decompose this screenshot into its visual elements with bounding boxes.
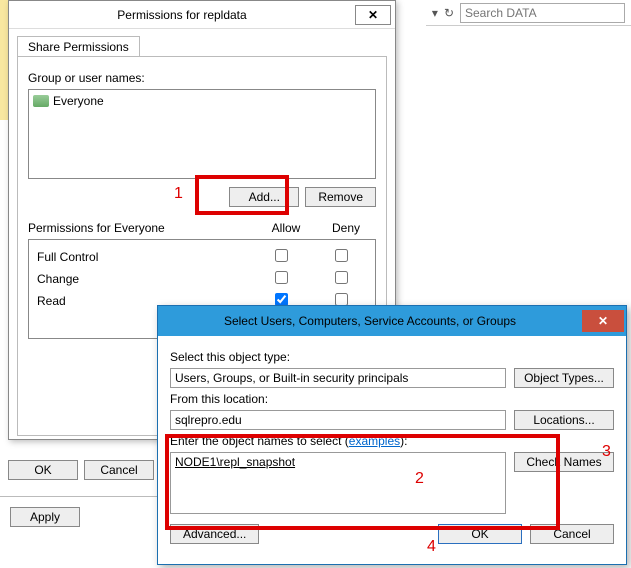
deny-header: Deny (316, 221, 376, 235)
object-type-field: Users, Groups, or Built-in security prin… (170, 368, 506, 388)
allow-fullcontrol-checkbox[interactable] (275, 249, 288, 262)
apply-button[interactable]: Apply (10, 507, 80, 527)
ok-button[interactable]: OK (8, 460, 78, 480)
table-row: Full Control (33, 246, 371, 268)
from-location-field: sqlrepro.edu (170, 410, 506, 430)
caret-down-icon[interactable]: ▾ (432, 6, 438, 20)
from-location-label: From this location: (170, 392, 614, 406)
cancel-button[interactable]: Cancel (84, 460, 154, 480)
group-user-label: Group or user names: (28, 71, 376, 85)
close-icon[interactable]: ✕ (355, 5, 391, 25)
list-item[interactable]: Everyone (33, 94, 371, 108)
dialog-title: Select Users, Computers, Service Account… (158, 314, 582, 328)
group-icon (33, 95, 49, 107)
refresh-icon[interactable]: ↻ (444, 6, 454, 20)
annotation-4: 4 (427, 538, 436, 556)
locations-button[interactable]: Locations... (514, 410, 614, 430)
perm-label: Change (33, 272, 251, 286)
allow-header: Allow (256, 221, 316, 235)
search-input[interactable] (460, 3, 625, 23)
remove-button[interactable]: Remove (305, 187, 376, 207)
object-types-button[interactable]: Object Types... (514, 368, 614, 388)
perm-label: Full Control (33, 250, 251, 264)
dialog-title: Permissions for repldata (9, 8, 355, 22)
annotation-1: 1 (174, 185, 183, 203)
allow-change-checkbox[interactable] (275, 271, 288, 284)
annotation-3: 3 (602, 443, 611, 461)
deny-change-checkbox[interactable] (335, 271, 348, 284)
list-item-label: Everyone (53, 94, 104, 108)
close-icon[interactable]: ✕ (582, 310, 624, 332)
annotation-box-2 (165, 434, 560, 530)
annotation-2: 2 (415, 470, 424, 488)
deny-fullcontrol-checkbox[interactable] (335, 249, 348, 262)
object-type-label: Select this object type: (170, 350, 614, 364)
permissions-header: Permissions for Everyone (28, 221, 256, 235)
table-row: Change (33, 268, 371, 290)
annotation-box-1 (195, 175, 289, 215)
user-list[interactable]: Everyone (28, 89, 376, 179)
explorer-toolbar: ▾ ↻ (426, 0, 631, 26)
tab-share-permissions[interactable]: Share Permissions (17, 36, 140, 57)
